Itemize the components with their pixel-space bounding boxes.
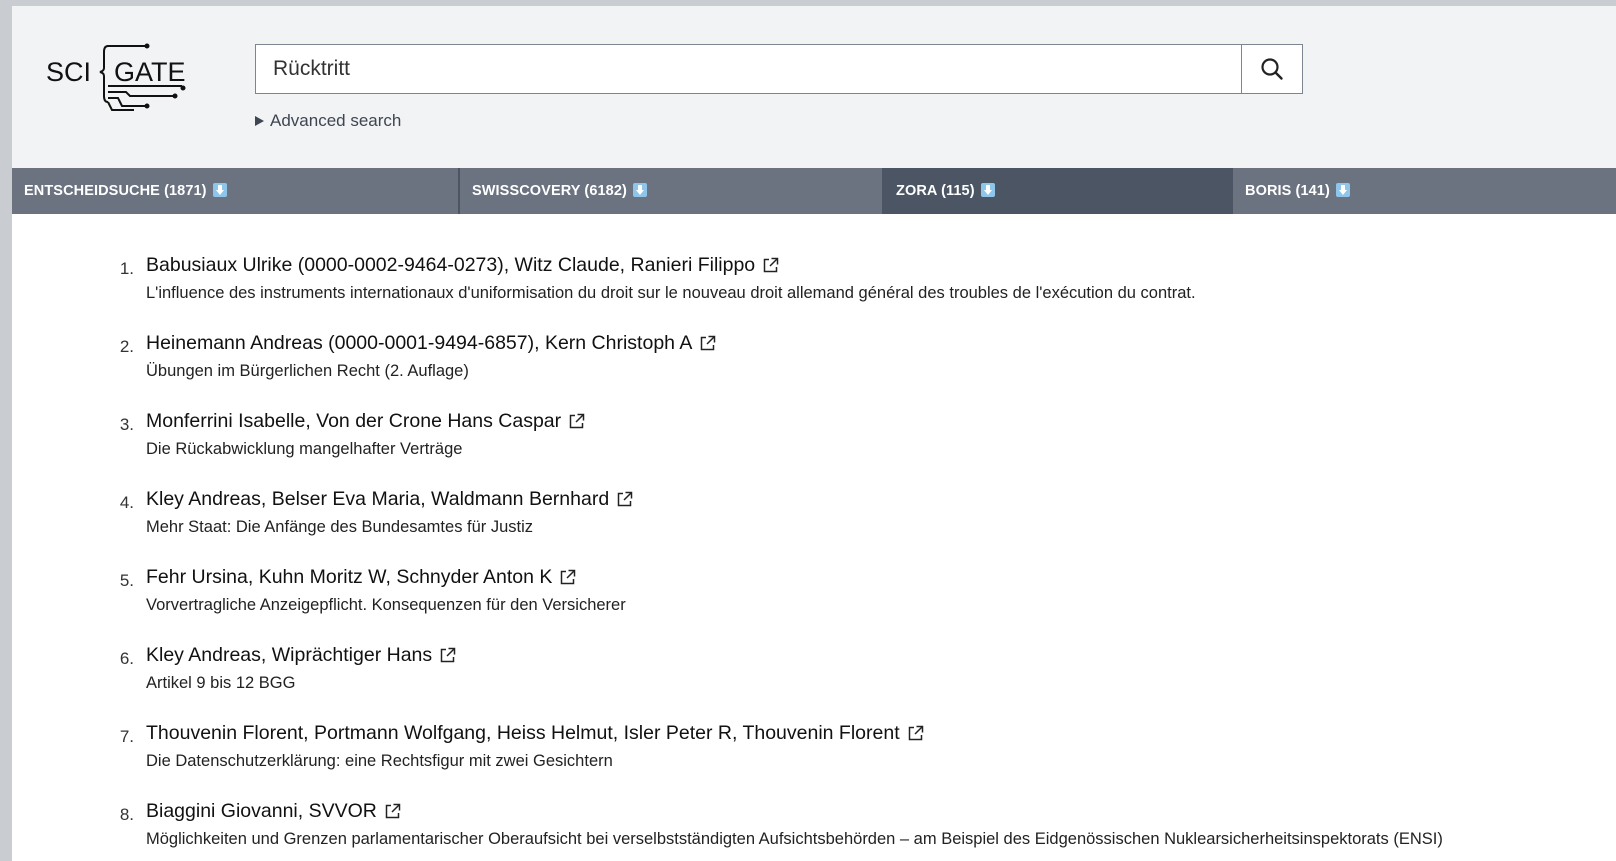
search-button[interactable] [1241, 45, 1302, 93]
result-title-link[interactable]: Monferrini Isabelle, Von der Crone Hans … [146, 410, 585, 433]
result-title-link[interactable]: Biaggini Giovanni, SVVOR [146, 800, 401, 823]
result-authors: Monferrini Isabelle, Von der Crone Hans … [146, 410, 562, 432]
result-number: 4. [119, 493, 134, 512]
result-number: 1. [119, 259, 134, 278]
tab-label: ZORA (115) [896, 183, 975, 199]
result-title: Möglichkeiten und Grenzen parlamentarisc… [146, 830, 1443, 848]
search-icon [1261, 58, 1283, 80]
result-authors: Kley Andreas, Wiprächtiger Hans [146, 644, 433, 666]
tab-label: ENTSCHEIDSUCHE (1871) [24, 183, 207, 199]
result-number: 8. [119, 805, 134, 824]
result-title-link[interactable]: Babusiaux Ulrike (0000-0002-9464-0273), … [146, 254, 779, 277]
advanced-search-toggle[interactable]: Advanced search [255, 111, 401, 131]
external-link-icon [699, 335, 716, 352]
list-item: 5. Fehr Ursina, Kuhn Moritz W, Schnyder … [12, 526, 1616, 614]
logo-text-left: SCI [46, 57, 91, 87]
tab-swisscovery[interactable]: SWISSCOVERY (6182) [460, 168, 884, 214]
external-link-icon [616, 491, 633, 508]
download-icon[interactable] [1335, 183, 1350, 197]
tab-zora[interactable]: ZORA (115) [884, 168, 1233, 214]
result-authors: Biaggini Giovanni, SVVOR [146, 800, 377, 822]
result-title-link[interactable]: Fehr Ursina, Kuhn Moritz W, Schnyder Ant… [146, 566, 576, 589]
result-number: 2. [119, 337, 134, 356]
result-number: 7. [119, 727, 134, 746]
list-item: 8. Biaggini Giovanni, SVVOR Möglichkeite… [12, 760, 1616, 848]
download-icon[interactable] [632, 183, 647, 197]
search-bar [255, 44, 1303, 94]
tab-label: BORIS (141) [1245, 183, 1330, 199]
external-link-icon [762, 257, 779, 274]
list-item: 7. Thouvenin Florent, Portmann Wolfgang,… [12, 682, 1616, 770]
source-tabs: ENTSCHEIDSUCHE (1871) SWISSCOVERY (6182)… [12, 168, 1616, 214]
tab-boris[interactable]: BORIS (141) [1233, 168, 1616, 214]
advanced-search-label: Advanced search [270, 111, 402, 130]
logo-graphic: SCI GATE [46, 43, 186, 111]
download-icon[interactable] [212, 183, 227, 197]
result-authors: Fehr Ursina, Kuhn Moritz W, Schnyder Ant… [146, 566, 553, 588]
result-title-link[interactable]: Kley Andreas, Wiprächtiger Hans [146, 644, 456, 667]
list-item: 4. Kley Andreas, Belser Eva Maria, Waldm… [12, 448, 1616, 536]
list-item: 2. Heinemann Andreas (0000-0001-9494-685… [12, 292, 1616, 380]
tab-entscheidsuche[interactable]: ENTSCHEIDSUCHE (1871) [12, 168, 460, 214]
result-number: 5. [119, 571, 134, 590]
result-authors: Babusiaux Ulrike (0000-0002-9464-0273), … [146, 254, 756, 276]
result-title-link[interactable]: Kley Andreas, Belser Eva Maria, Waldmann… [146, 488, 633, 511]
list-item: 1. Babusiaux Ulrike (0000-0002-9464-0273… [12, 214, 1616, 302]
result-authors: Kley Andreas, Belser Eva Maria, Waldmann… [146, 488, 610, 510]
result-title-link[interactable]: Heinemann Andreas (0000-0001-9494-6857),… [146, 332, 716, 355]
download-icon[interactable] [980, 183, 995, 197]
search-input[interactable] [256, 45, 1241, 93]
result-authors: Heinemann Andreas (0000-0001-9494-6857),… [146, 332, 693, 354]
result-number: 3. [119, 415, 134, 434]
logo-text-right: GATE [114, 57, 186, 87]
list-item: 3. Monferrini Isabelle, Von der Crone Ha… [12, 370, 1616, 458]
external-link-icon [907, 725, 924, 742]
result-authors: Thouvenin Florent, Portmann Wolfgang, He… [146, 722, 900, 744]
external-link-icon [568, 413, 585, 430]
external-link-icon [559, 569, 576, 586]
external-link-icon [384, 803, 401, 820]
triangle-right-icon [255, 116, 264, 126]
result-title-link[interactable]: Thouvenin Florent, Portmann Wolfgang, He… [146, 722, 924, 745]
list-item: 6. Kley Andreas, Wiprächtiger Hans Artik… [12, 604, 1616, 692]
results-list: 1. Babusiaux Ulrike (0000-0002-9464-0273… [12, 214, 1616, 861]
scigate-logo[interactable]: SCI GATE [46, 40, 196, 120]
external-link-icon [439, 647, 456, 664]
result-number: 6. [119, 649, 134, 668]
site-header: SCI GATE Advanced search [12, 6, 1616, 168]
tab-label: SWISSCOVERY (6182) [472, 183, 627, 199]
